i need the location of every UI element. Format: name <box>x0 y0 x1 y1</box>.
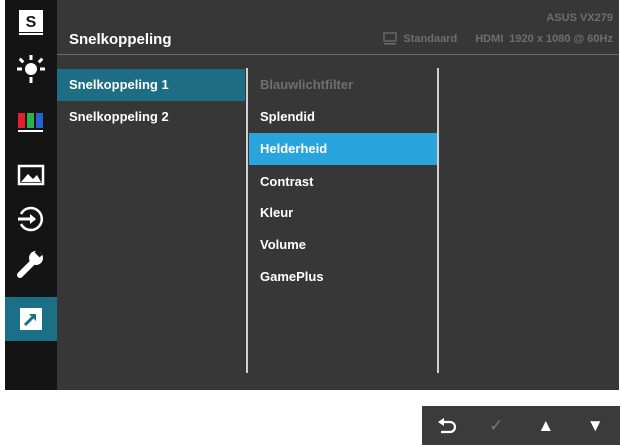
sidebar-item-image[interactable] <box>5 153 57 197</box>
svg-text:S: S <box>26 14 37 31</box>
up-button[interactable]: ▲ <box>526 411 566 441</box>
sidebar-item-system[interactable] <box>5 241 57 285</box>
option-volume[interactable]: Volume <box>249 229 437 261</box>
option-gameplus[interactable]: GamePlus <box>249 261 437 293</box>
splendid-s-icon: S <box>19 10 43 35</box>
column-divider-right <box>437 68 439 373</box>
sidebar-item-blue-light[interactable] <box>5 47 57 91</box>
blue-light-filter-icon <box>17 55 45 83</box>
option-contrast[interactable]: Contrast <box>249 166 437 198</box>
image-icon <box>17 164 45 186</box>
option-blue-light-filter: Blauwlichtfilter <box>260 77 354 92</box>
sidebar-item-input[interactable] <box>5 197 57 241</box>
mode-label: Standaard <box>403 32 458 45</box>
column-divider-left <box>246 68 248 373</box>
option-brightness[interactable]: Helderheid <box>249 133 437 165</box>
option-color[interactable]: Kleur <box>249 197 437 229</box>
option-splendid[interactable]: Splendid <box>249 101 437 133</box>
submenu-item-shortcut-2[interactable]: Snelkoppeling 2 <box>57 101 245 133</box>
input-select-icon <box>18 206 44 232</box>
up-arrow-icon: ▲ <box>537 415 555 435</box>
down-button[interactable]: ▼ <box>575 411 615 441</box>
checkmark-icon: ✓ <box>489 415 504 435</box>
sidebar-item-shortcut[interactable] <box>5 297 57 341</box>
sidebar-item-splendid[interactable]: S <box>5 0 57 44</box>
status-line: Standaard HDMI 1920 x 1080 @ 60Hz <box>383 32 613 45</box>
key-guide-bar: ✓ ▲ ▼ <box>422 406 620 445</box>
model-name: ASUS VX279 <box>546 12 613 24</box>
wrench-system-icon <box>17 249 43 278</box>
monitor-icon <box>383 32 398 45</box>
sidebar-item-color[interactable] <box>5 100 57 144</box>
back-button[interactable] <box>427 411 467 441</box>
back-icon <box>437 417 456 433</box>
shortcut-arrow-icon <box>20 308 42 330</box>
submenu-item-shortcut-1[interactable]: Snelkoppeling 1 <box>57 69 245 101</box>
osd-sidebar: S <box>5 0 57 390</box>
osd-header: Snelkoppeling ASUS VX279 Standaard HDMI … <box>57 0 619 55</box>
down-arrow-icon: ▼ <box>586 415 604 435</box>
resolution-label: 1920 x 1080 @ 60Hz <box>509 32 613 45</box>
page-title: Snelkoppeling <box>69 31 172 48</box>
color-bars-icon <box>18 113 43 132</box>
ok-button[interactable]: ✓ <box>476 411 516 441</box>
input-label: HDMI <box>475 32 504 45</box>
